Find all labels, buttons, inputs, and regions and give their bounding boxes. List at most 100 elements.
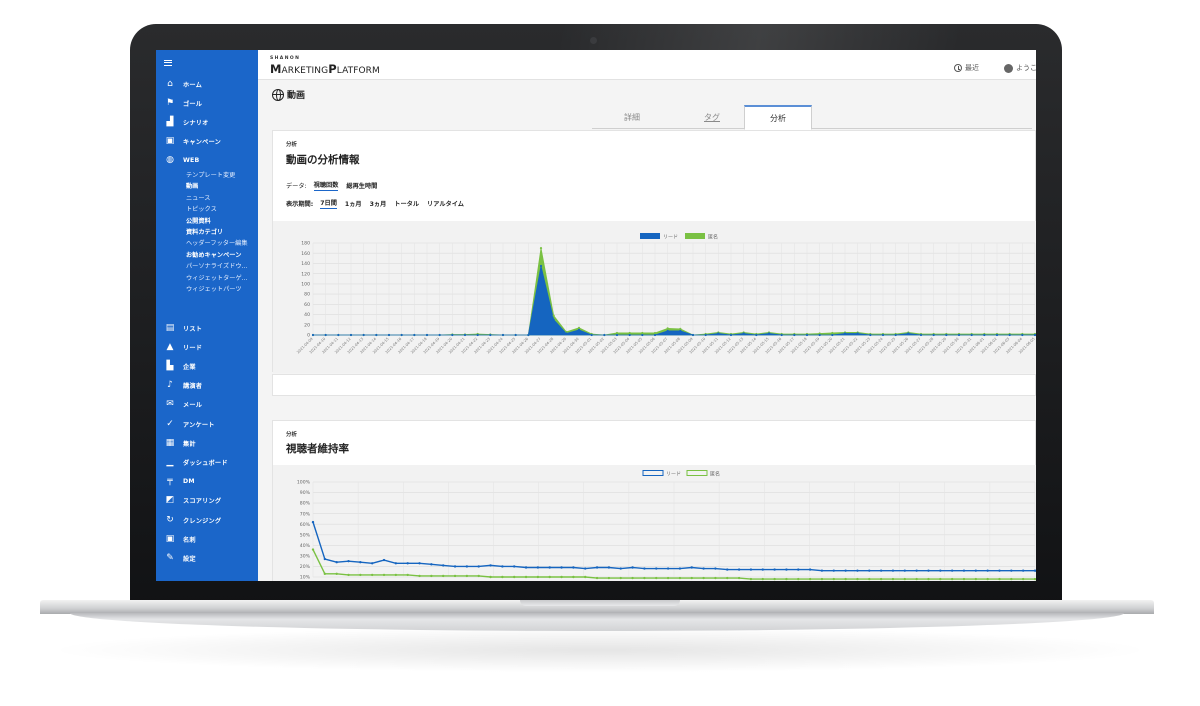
retention-chart-area: リード 匿名 10% 20% 30% 40% 50% 60% 70% 80% 90% 100% bbox=[273, 465, 1036, 581]
sidebar-subitem-7[interactable]: お勧めキャンペーン bbox=[186, 250, 258, 259]
y-tick-label: 30% bbox=[300, 553, 311, 559]
sidebar-item-label: リスト bbox=[183, 325, 203, 333]
point-lead bbox=[451, 333, 454, 337]
sidebar-item-b3[interactable]: ♪ 講演者 bbox=[156, 378, 258, 394]
sidebar-item-label: 企業 bbox=[183, 363, 196, 371]
sidebar-item-4[interactable]: ◍ WEB bbox=[156, 153, 258, 169]
sidebar-subitem-9[interactable]: ウィジェットターゲ... bbox=[186, 273, 258, 282]
period-realtime[interactable]: リアルタイム bbox=[427, 199, 464, 208]
point-lead bbox=[785, 568, 788, 571]
sidebar-subitem-0[interactable]: テンプレート変更 bbox=[186, 170, 258, 179]
sidebar-subitem-6[interactable]: ヘッダーフッター編集 bbox=[186, 238, 258, 247]
point-lead bbox=[400, 333, 403, 337]
sidebar-subitem-5[interactable]: 資料カテゴリ bbox=[186, 227, 258, 236]
period-7days[interactable]: 7日間 bbox=[320, 198, 337, 209]
sidebar-item-label: WEB bbox=[183, 157, 200, 165]
brand-logo[interactable]: MARKETINGPLATFORM bbox=[270, 62, 380, 76]
y-tick-label: 90% bbox=[300, 490, 311, 496]
tab-details[interactable]: 詳細 bbox=[592, 105, 672, 129]
point-lead bbox=[726, 568, 729, 571]
sidebar-subitem-2[interactable]: ニュース bbox=[186, 193, 258, 202]
point-anonymous bbox=[628, 331, 631, 335]
sidebar-item-0[interactable]: ⌂ ホーム bbox=[156, 76, 258, 92]
point-lead bbox=[714, 567, 717, 570]
sidebar-item-label: 講演者 bbox=[183, 383, 203, 391]
sidebar-subitem-1[interactable]: 動画 bbox=[186, 181, 258, 190]
sidebar-item-b2[interactable]: ▙ 企業 bbox=[156, 358, 258, 374]
point-lead bbox=[818, 333, 821, 337]
point-lead bbox=[359, 561, 362, 564]
point-anonymous bbox=[641, 331, 644, 335]
point-lead bbox=[572, 566, 575, 569]
point-anonymous bbox=[335, 572, 338, 576]
option-total-play-time[interactable]: 総再生時間 bbox=[346, 181, 377, 190]
tab-tags[interactable]: タグ bbox=[672, 105, 752, 129]
user-menu[interactable]: ようこそ bbox=[1004, 63, 1036, 73]
legend-swatch-anonymous bbox=[685, 233, 705, 239]
point-lead bbox=[370, 562, 374, 565]
card-kicker: 分析 bbox=[286, 142, 298, 148]
sidebar-item-b1[interactable]: ▲ リード bbox=[156, 339, 258, 355]
sidebar-item-b10[interactable]: ↻ クレンジング bbox=[156, 512, 258, 528]
point-lead bbox=[465, 565, 469, 568]
point-anonymous bbox=[619, 576, 622, 580]
sidebar-subitem-3[interactable]: トピックス bbox=[186, 204, 258, 213]
point-lead bbox=[425, 333, 429, 337]
point-anonymous bbox=[856, 577, 859, 581]
sidebar-subitem-4[interactable]: 公開資料 bbox=[186, 216, 258, 225]
data-selector: データ: 視聴回数 総再生時間 bbox=[286, 180, 378, 191]
point-lead bbox=[394, 562, 398, 565]
sidebar-item-label: 名刺 bbox=[183, 536, 196, 544]
sidebar-item-b9[interactable]: ◩ スコアリング bbox=[156, 493, 258, 509]
point-anonymous bbox=[808, 577, 812, 581]
sidebar-item-1[interactable]: ⚑ ゴール bbox=[156, 95, 258, 111]
sidebar-item-b4[interactable]: ✉ メール bbox=[156, 397, 258, 413]
period-total[interactable]: トータル bbox=[394, 199, 419, 208]
point-anonymous bbox=[879, 577, 883, 581]
sidebar-item-b8[interactable]: ╤ DM bbox=[156, 474, 258, 490]
building-icon: ▙ bbox=[166, 360, 174, 371]
sidebar-item-label: スコアリング bbox=[183, 498, 222, 506]
period-1month[interactable]: 1ヵ月 bbox=[345, 199, 362, 208]
y-tick-label: 160 bbox=[301, 251, 310, 257]
point-lead bbox=[655, 567, 658, 570]
point-lead bbox=[717, 332, 720, 335]
point-lead bbox=[476, 333, 479, 337]
point-lead bbox=[755, 333, 758, 337]
sidebar-item-b0[interactable]: ▤ リスト bbox=[156, 320, 258, 336]
laptop-base-notch bbox=[520, 600, 680, 606]
legend-label-anonymous: 匿名 bbox=[710, 471, 720, 478]
y-tick-label: 80% bbox=[300, 501, 311, 507]
point-lead bbox=[441, 564, 445, 567]
sidebar-item-b6[interactable]: ▦ 集計 bbox=[156, 435, 258, 451]
sidebar-subitem-10[interactable]: ウィジェットパーツ bbox=[186, 284, 258, 293]
sidebar-subitem-8[interactable]: パーソナライズドウ... bbox=[186, 261, 258, 270]
sidebar-item-b12[interactable]: ✎ 設定 bbox=[156, 550, 258, 566]
point-lead bbox=[690, 566, 693, 569]
sidebar-item-3[interactable]: ▣ キャンペーン bbox=[156, 134, 258, 150]
page-title: 動画 bbox=[272, 88, 305, 101]
sidebar-item-label: ゴール bbox=[183, 100, 203, 108]
point-lead bbox=[584, 567, 587, 570]
calendar-icon: ▣ bbox=[165, 136, 175, 147]
recent-button[interactable]: 最近 bbox=[954, 63, 979, 73]
point-anonymous bbox=[552, 314, 555, 317]
tally-icon: ▦ bbox=[165, 437, 175, 448]
point-anonymous bbox=[572, 575, 575, 579]
sidebar-item-b7[interactable]: ▁ ダッシュボード bbox=[156, 454, 258, 470]
point-lead bbox=[619, 567, 622, 570]
tab-analysis[interactable]: 分析 bbox=[744, 105, 812, 130]
point-lead bbox=[894, 333, 897, 337]
sidebar-item-b11[interactable]: ▣ 名刺 bbox=[156, 531, 258, 547]
point-lead bbox=[891, 569, 895, 572]
point-lead bbox=[539, 264, 543, 268]
point-anonymous bbox=[370, 573, 374, 577]
sidebar-item-2[interactable]: ▟ シナリオ bbox=[156, 114, 258, 130]
point-lead bbox=[927, 569, 930, 572]
point-anonymous bbox=[749, 577, 753, 581]
point-lead bbox=[489, 564, 492, 567]
sidebar-item-b5[interactable]: ✓ アンケート bbox=[156, 416, 258, 432]
hamburger-menu-icon[interactable] bbox=[164, 60, 172, 66]
option-view-count[interactable]: 視聴回数 bbox=[313, 180, 339, 191]
period-3months[interactable]: 3ヵ月 bbox=[370, 199, 387, 208]
